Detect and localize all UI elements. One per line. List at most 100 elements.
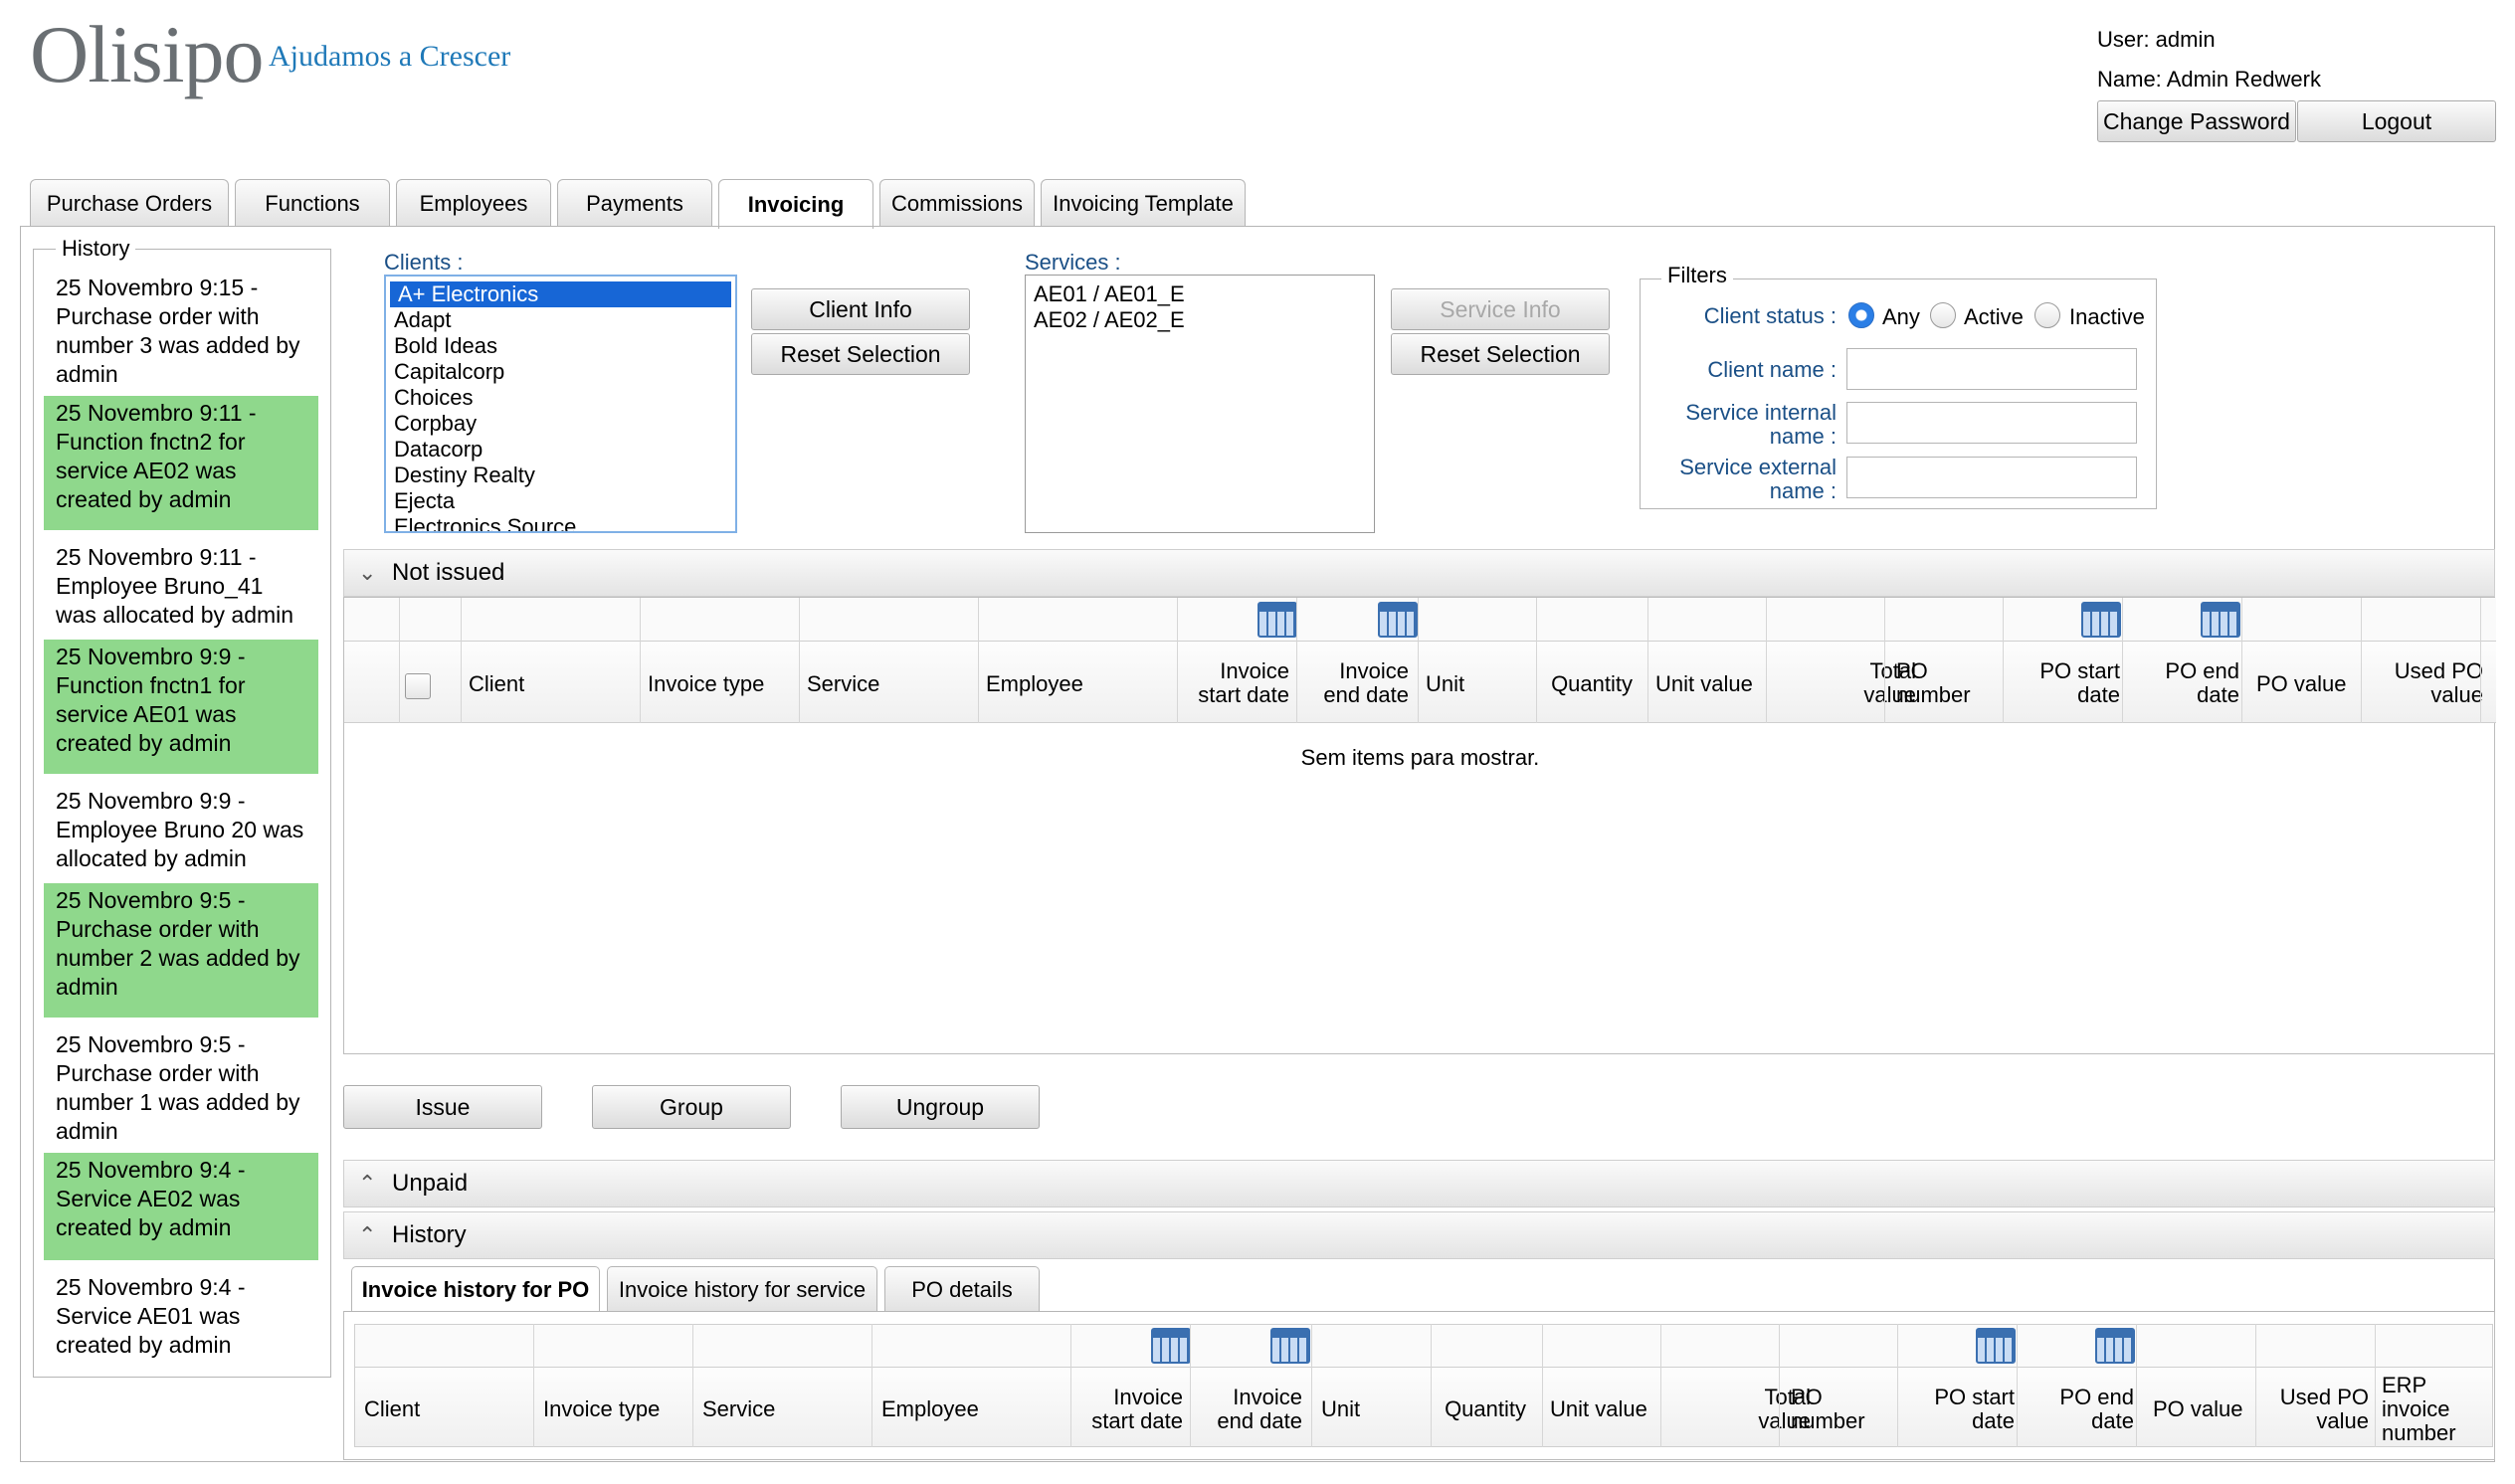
issue-button[interactable]: Issue	[343, 1085, 542, 1129]
change-password-button[interactable]: Change Password	[2097, 100, 2296, 142]
col-separator	[1418, 598, 1419, 723]
status-inactive-radio[interactable]	[2034, 302, 2060, 328]
hist-col-service[interactable]: Service	[702, 1397, 775, 1421]
col-separator	[1190, 1324, 1191, 1447]
history-grid: Client Invoice type Service Employee Inv…	[343, 1311, 2495, 1460]
hist-col-unit[interactable]: Unit	[1321, 1397, 1360, 1421]
client-name-input[interactable]	[1846, 348, 2137, 390]
col-separator	[2241, 598, 2242, 723]
col-invoice-start-date[interactable]: Invoice start date	[1185, 659, 1289, 707]
hist-col-po-end-date[interactable]: PO end date	[2034, 1386, 2134, 1433]
tab-payments[interactable]: Payments	[557, 179, 712, 227]
tab-invoicing[interactable]: Invoicing	[718, 179, 873, 229]
history-item: 25 Novembro 9:4 - Service AE02 was creat…	[44, 1153, 318, 1260]
col-invoice-type[interactable]: Invoice type	[648, 672, 764, 696]
services-listbox[interactable]: AE01 / AE01_E AE02 / AE02_E	[1025, 275, 1375, 533]
client-option[interactable]: Adapt	[386, 307, 735, 333]
group-button[interactable]: Group	[592, 1085, 791, 1129]
client-option[interactable]: Ejecta	[386, 488, 735, 514]
status-any-radio[interactable]	[1848, 302, 1874, 328]
service-external-name-input[interactable]	[1846, 457, 2137, 498]
hist-col-used-po-value[interactable]: Used PO value	[2264, 1386, 2369, 1433]
history-item: 25 Novembro 9:5 - Purchase order with nu…	[56, 1031, 300, 1144]
subtab-po-details[interactable]: PO details	[884, 1266, 1040, 1312]
col-separator	[1070, 1324, 1071, 1447]
client-option[interactable]: Corpbay	[386, 411, 735, 437]
tab-functions[interactable]: Functions	[235, 179, 390, 227]
col-po-value[interactable]: PO value	[2256, 672, 2347, 696]
hist-col-po-number[interactable]: PO number	[1787, 1386, 1876, 1433]
col-used-po-value[interactable]: Used PO value	[2374, 659, 2483, 707]
history-po-end-date-calendar-icon[interactable]	[2095, 1328, 2135, 1364]
client-reset-selection-button[interactable]: Reset Selection	[751, 333, 970, 375]
col-separator	[1542, 1324, 1543, 1447]
not-issued-panel-header[interactable]: ⌄ Not issued	[343, 549, 2495, 597]
service-option[interactable]: AE01 / AE01_E	[1026, 281, 1374, 307]
tab-employees[interactable]: Employees	[396, 179, 551, 227]
col-separator	[2017, 1324, 2018, 1447]
logout-button[interactable]: Logout	[2297, 100, 2496, 142]
col-unit-value[interactable]: Unit value	[1655, 672, 1753, 696]
history-filter-row	[354, 1324, 2493, 1368]
start-date-calendar-icon[interactable]	[1258, 602, 1297, 638]
unpaid-panel-header[interactable]: ⌃ Unpaid	[343, 1160, 2495, 1207]
service-internal-name-label: Service internal name :	[1651, 401, 1837, 449]
ungroup-button[interactable]: Ungroup	[841, 1085, 1040, 1129]
history-item: 25 Novembro 9:11 - Function fnctn2 for s…	[44, 396, 318, 530]
client-option[interactable]: Capitalcorp	[386, 359, 735, 385]
history-po-start-date-calendar-icon[interactable]	[1976, 1328, 2016, 1364]
service-reset-selection-button[interactable]: Reset Selection	[1391, 333, 1610, 375]
col-po-end-date[interactable]: PO end date	[2140, 659, 2239, 707]
client-option[interactable]: Destiny Realty	[386, 463, 735, 488]
tab-commissions[interactable]: Commissions	[879, 179, 1035, 227]
hist-col-quantity[interactable]: Quantity	[1422, 1397, 1526, 1421]
service-option[interactable]: AE02 / AE02_E	[1026, 307, 1374, 333]
client-info-button[interactable]: Client Info	[751, 288, 970, 330]
select-all-checkbox[interactable]	[405, 673, 431, 699]
col-po-number[interactable]: PO number	[1892, 659, 1982, 707]
col-unit[interactable]: Unit	[1426, 672, 1464, 696]
col-client[interactable]: Client	[469, 672, 524, 696]
client-option[interactable]: Electronics Source	[386, 514, 735, 531]
history-end-date-calendar-icon[interactable]	[1270, 1328, 1310, 1364]
service-info-button[interactable]: Service Info	[1391, 288, 1610, 330]
hist-col-invoice-type[interactable]: Invoice type	[543, 1397, 660, 1421]
col-separator	[1431, 1324, 1432, 1447]
hist-col-employee[interactable]: Employee	[881, 1397, 979, 1421]
hist-col-invoice-start-date[interactable]: Invoice start date	[1078, 1386, 1183, 1433]
col-separator	[1779, 1324, 1780, 1447]
col-quantity[interactable]: Quantity	[1528, 672, 1633, 696]
po-start-date-calendar-icon[interactable]	[2081, 602, 2121, 638]
hist-col-client[interactable]: Client	[364, 1397, 420, 1421]
col-invoice-end-date[interactable]: Invoice end date	[1304, 659, 1409, 707]
hist-col-po-start-date[interactable]: PO start date	[1915, 1386, 2015, 1433]
end-date-calendar-icon[interactable]	[1378, 602, 1418, 638]
hist-col-erp-invoice-number[interactable]: ERP invoice number	[2382, 1374, 2481, 1445]
col-employee[interactable]: Employee	[986, 672, 1083, 696]
clients-listbox[interactable]: A+ Electronics Adapt Bold Ideas Capitalc…	[384, 275, 737, 533]
history-title: History	[56, 236, 136, 262]
not-issued-title: Not issued	[392, 559, 505, 586]
client-option[interactable]: A+ Electronics	[390, 281, 731, 307]
client-option[interactable]: Datacorp	[386, 437, 735, 463]
col-po-start-date[interactable]: PO start date	[2021, 659, 2120, 707]
chevron-down-icon: ⌄	[358, 560, 377, 585]
col-service[interactable]: Service	[807, 672, 879, 696]
po-end-date-calendar-icon[interactable]	[2201, 602, 2240, 638]
service-external-name-label-line1: Service external	[1679, 455, 1837, 479]
hist-col-invoice-end-date[interactable]: Invoice end date	[1198, 1386, 1302, 1433]
tab-invoicing-template[interactable]: Invoicing Template	[1041, 179, 1246, 227]
status-active-radio[interactable]	[1930, 302, 1956, 328]
subtab-invoice-history-service[interactable]: Invoice history for service	[607, 1266, 877, 1312]
service-internal-name-label-line1: Service internal	[1685, 400, 1837, 425]
service-internal-name-input[interactable]	[1846, 402, 2137, 444]
hist-col-unit-value[interactable]: Unit value	[1550, 1397, 1647, 1421]
client-option[interactable]: Choices	[386, 385, 735, 411]
history-start-date-calendar-icon[interactable]	[1151, 1328, 1191, 1364]
client-option[interactable]: Bold Ideas	[386, 333, 735, 359]
hist-col-po-value[interactable]: PO value	[2153, 1397, 2243, 1421]
history-item: 25 Novembro 9:9 - Function fnctn1 for se…	[44, 640, 318, 774]
history-panel-header[interactable]: ⌃ History	[343, 1211, 2495, 1259]
subtab-invoice-history-po[interactable]: Invoice history for PO	[351, 1266, 600, 1312]
tab-purchase-orders[interactable]: Purchase Orders	[30, 179, 229, 227]
